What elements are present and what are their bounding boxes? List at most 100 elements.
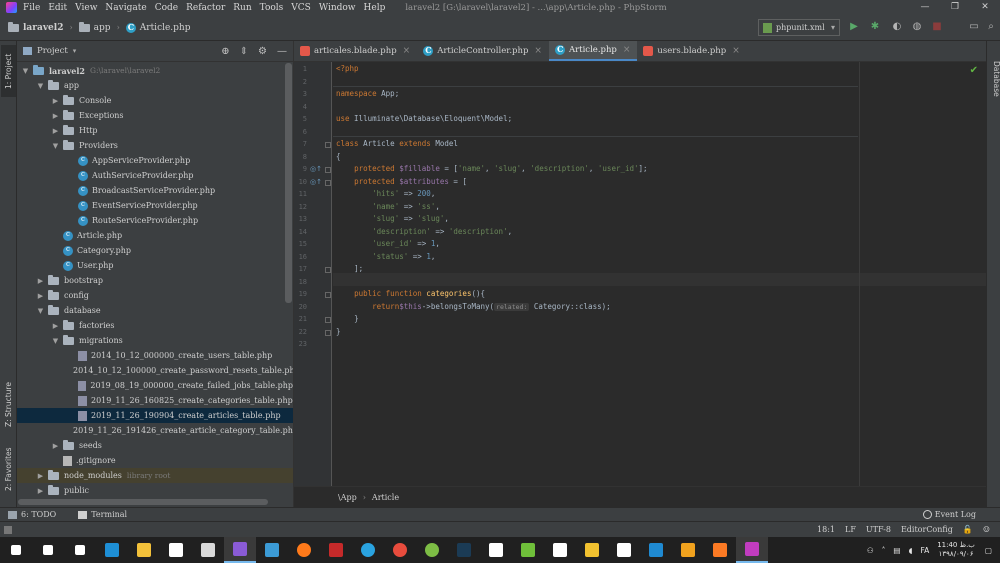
tree-item[interactable]: ▼ laravel2 G:\laravel\laravel2 xyxy=(17,63,293,78)
tree-item[interactable]: 2019_11_26_190904_create_articles_table.… xyxy=(17,408,293,423)
menu-run[interactable]: Run xyxy=(233,3,251,13)
nav-crumb-file[interactable]: Article.php xyxy=(125,22,191,33)
notifications-icon[interactable]: ☺ xyxy=(983,525,990,534)
expanded-arrow-icon[interactable]: ▼ xyxy=(51,142,60,150)
close-icon[interactable]: × xyxy=(534,46,542,56)
collapsed-arrow-icon[interactable]: ▶ xyxy=(51,97,60,105)
tree-item[interactable]: BroadcastServiceProvider.php xyxy=(17,183,293,198)
taskbar-paint-icon[interactable] xyxy=(576,537,608,563)
tree-item[interactable]: ▶ factories xyxy=(17,318,293,333)
taskbar-store-icon[interactable] xyxy=(160,537,192,563)
clock[interactable]: 11:40 ب.ظ ۱۳۹۸/۰۹/۰۶ xyxy=(937,541,975,559)
taskbar-search-icon[interactable] xyxy=(32,537,64,563)
maximize-button[interactable]: ❐ xyxy=(940,0,970,15)
fold-marker-icon[interactable] xyxy=(325,179,331,186)
collapsed-arrow-icon[interactable]: ▶ xyxy=(36,472,45,480)
tree-item[interactable]: Category.php xyxy=(17,243,293,258)
search-everywhere-icon[interactable]: ⌕ xyxy=(985,21,997,33)
tree-item[interactable]: ▶ Exceptions xyxy=(17,108,293,123)
tool-windows-icon[interactable] xyxy=(4,525,12,534)
menu-vcs[interactable]: VCS xyxy=(291,3,311,13)
expanded-arrow-icon[interactable]: ▼ xyxy=(21,67,30,75)
editor-config[interactable]: EditorConfig xyxy=(901,525,953,534)
tree-item[interactable]: ▼ migrations xyxy=(17,333,293,348)
nav-crumb-project[interactable]: laravel2 › xyxy=(8,21,73,33)
taskbar-telegram-icon[interactable] xyxy=(352,537,384,563)
collapsed-arrow-icon[interactable]: ▶ xyxy=(51,127,60,135)
tree-item[interactable]: ▶ Http xyxy=(17,123,293,138)
fold-marker-icon[interactable] xyxy=(325,317,331,323)
collapsed-arrow-icon[interactable]: ▶ xyxy=(36,487,45,495)
layout-icon[interactable]: ▭ xyxy=(968,21,980,33)
menu-tools[interactable]: Tools xyxy=(260,3,284,13)
line-separator[interactable]: LF xyxy=(845,525,856,534)
tree-item[interactable]: ▶ config xyxy=(17,288,293,303)
taskbar-phone-icon[interactable] xyxy=(448,537,480,563)
taskbar-charts-icon[interactable] xyxy=(256,537,288,563)
expanded-arrow-icon[interactable]: ▼ xyxy=(51,337,60,345)
fold-marker-icon[interactable] xyxy=(325,267,331,273)
minimize-button[interactable]: — xyxy=(910,0,940,15)
input-language[interactable]: FA xyxy=(920,546,929,555)
override-marker-icon[interactable]: ◎↑ xyxy=(310,165,322,173)
tree-item[interactable]: User.php xyxy=(17,258,293,273)
menu-refactor[interactable]: Refactor xyxy=(186,3,225,13)
taskbar-phpstorm-icon[interactable] xyxy=(736,537,768,563)
menu-edit[interactable]: Edit xyxy=(48,3,67,13)
chevron-up-icon[interactable]: ˄ xyxy=(882,546,886,555)
expanded-arrow-icon[interactable]: ▼ xyxy=(36,82,45,90)
tree-item[interactable]: AuthServiceProvider.php xyxy=(17,168,293,183)
menu-window[interactable]: Window xyxy=(319,3,356,13)
run-icon[interactable]: ▶ xyxy=(848,21,860,33)
collapsed-arrow-icon[interactable]: ▶ xyxy=(36,292,45,300)
tree-item[interactable]: ▼ database xyxy=(17,303,293,318)
taskbar-calculator-icon[interactable] xyxy=(192,537,224,563)
taskbar-bookshelf-icon[interactable] xyxy=(672,537,704,563)
notification-center-icon[interactable]: ▢ xyxy=(985,546,992,555)
network-icon[interactable]: ▤ xyxy=(893,546,900,555)
tree-item[interactable]: ▶ node_modules library root xyxy=(17,468,293,483)
todo-tool-button[interactable]: 6: TODO xyxy=(8,510,56,519)
tree-item[interactable]: ▶ bootstrap xyxy=(17,273,293,288)
breadcrumb-namespace[interactable]: \App xyxy=(338,493,357,502)
collapsed-arrow-icon[interactable]: ▶ xyxy=(51,112,60,120)
menu-navigate[interactable]: Navigate xyxy=(105,3,146,13)
taskbar-xampp-icon[interactable] xyxy=(704,537,736,563)
profile-icon[interactable]: ◍ xyxy=(911,21,923,33)
close-icon[interactable]: × xyxy=(623,45,631,55)
lock-icon[interactable]: 🔓 xyxy=(963,525,973,534)
close-window-button[interactable]: ✕ xyxy=(970,0,1000,15)
menu-code[interactable]: Code xyxy=(155,3,178,13)
tree-horizontal-scrollbar[interactable] xyxy=(18,499,268,505)
volume-icon[interactable]: ◖ xyxy=(908,546,912,555)
code-area[interactable]: <?php namespace App; use Illuminate\Data… xyxy=(333,62,987,486)
tab-article[interactable]: Article.php × xyxy=(548,41,638,61)
close-icon[interactable]: × xyxy=(403,46,411,56)
fold-marker-icon[interactable] xyxy=(325,292,331,298)
collapsed-arrow-icon[interactable]: ▶ xyxy=(51,322,60,330)
taskbar-chrome-icon[interactable] xyxy=(384,537,416,563)
favorites-tool-tab[interactable]: 2: Favorites xyxy=(1,441,16,497)
tree-item[interactable]: Article.php xyxy=(17,228,293,243)
event-log-button[interactable]: Event Log xyxy=(922,510,976,519)
tree-item[interactable]: ▼ app xyxy=(17,78,293,93)
tree-item[interactable]: AppServiceProvider.php xyxy=(17,153,293,168)
tree-item[interactable]: 2014_10_12_100000_create_password_resets… xyxy=(17,363,293,378)
taskbar-android-icon[interactable] xyxy=(416,537,448,563)
file-encoding[interactable]: UTF-8 xyxy=(866,525,891,534)
taskbar-windows-start-icon[interactable] xyxy=(0,537,32,563)
tree-item[interactable]: 2019_11_26_160825_create_categories_tabl… xyxy=(17,393,293,408)
tree-item[interactable]: 2019_08_19_000000_create_failed_jobs_tab… xyxy=(17,378,293,393)
taskbar-vscode-icon[interactable] xyxy=(640,537,672,563)
gear-icon[interactable]: ⚙ xyxy=(258,46,267,57)
tree-item[interactable]: ▶ seeds xyxy=(17,438,293,453)
chevron-down-icon[interactable]: ▾ xyxy=(73,47,77,55)
fold-marker-icon[interactable] xyxy=(325,142,331,148)
menu-help[interactable]: Help xyxy=(364,3,386,13)
collapsed-arrow-icon[interactable]: ▶ xyxy=(36,277,45,285)
taskbar-task-view-icon[interactable] xyxy=(64,537,96,563)
taskbar-edge-icon[interactable] xyxy=(96,537,128,563)
collapse-all-icon[interactable]: ⇕ xyxy=(240,46,248,57)
tree-item[interactable]: 2019_11_26_191426_create_article_categor… xyxy=(17,423,293,438)
tree-item[interactable]: ▶ public xyxy=(17,483,293,498)
